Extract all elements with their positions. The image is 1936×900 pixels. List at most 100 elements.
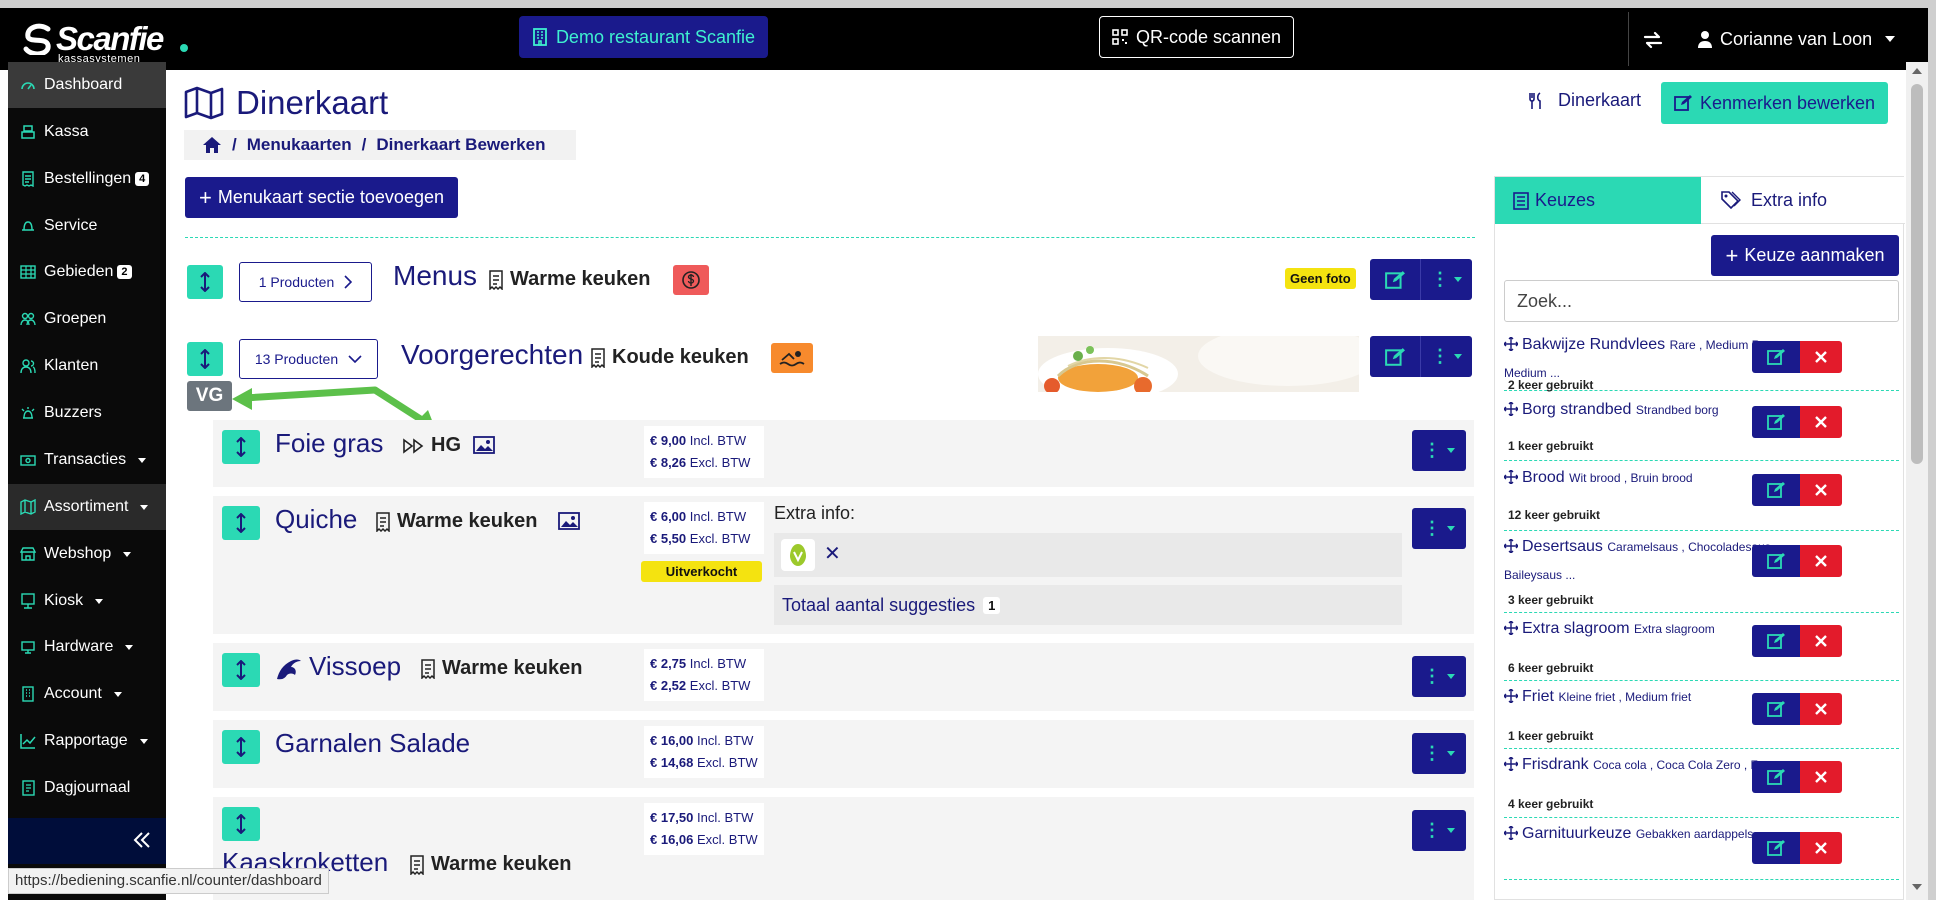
choice-edit-button[interactable]	[1752, 406, 1800, 438]
restaurant-button[interactable]: Demo restaurant Scanfie	[519, 16, 768, 58]
move-icon[interactable]	[1504, 621, 1518, 635]
scrollbar[interactable]	[1906, 62, 1928, 900]
sidebar-item-dagjournaal[interactable]: Dagjournaal	[8, 765, 166, 811]
home-icon[interactable]	[202, 136, 222, 154]
sidebar-item-transacties[interactable]: Transacties	[8, 437, 166, 483]
scroll-thumb[interactable]	[1911, 84, 1923, 464]
image-icon[interactable]	[473, 436, 495, 454]
move-icon[interactable]	[1504, 402, 1518, 416]
choice-item: Frisdrank Coca cola , Coca Cola Zero , F…	[1504, 751, 1899, 818]
sidebar-item-bestellingen[interactable]: Bestellingen 4	[8, 156, 166, 202]
sidebar-item-account[interactable]: Account	[8, 671, 166, 717]
move-icon[interactable]	[1504, 470, 1518, 484]
sidebar-item-kassa[interactable]: Kassa	[8, 109, 166, 155]
dinerkaart-link[interactable]: Dinerkaart	[1528, 90, 1641, 111]
products-toggle[interactable]: 1 Producten	[239, 262, 372, 302]
choice-delete-button[interactable]	[1800, 832, 1842, 864]
sidebar-item-assortiment[interactable]: Assortiment	[8, 484, 166, 530]
choice-edit-button[interactable]	[1752, 625, 1800, 657]
section-more-button[interactable]: ⋮	[1420, 259, 1472, 300]
choice-edit-button[interactable]	[1752, 832, 1800, 864]
choice-delete-button[interactable]	[1800, 761, 1842, 793]
scanfie-logo[interactable]: Scanfie kassasystemen	[22, 20, 164, 65]
drag-vertical-icon	[236, 437, 246, 457]
search-input[interactable]	[1504, 280, 1899, 322]
tab-extra-info[interactable]: Extra info	[1701, 177, 1905, 224]
product-more-button[interactable]: ⋮	[1412, 430, 1466, 471]
tab-keuzes[interactable]: Keuzes	[1495, 177, 1701, 224]
sidebar-item-dashboard[interactable]: Dashboard	[8, 62, 166, 108]
drag-handle[interactable]	[222, 730, 260, 764]
add-choice-button[interactable]: + Keuze aanmaken	[1711, 235, 1899, 276]
choice-delete-button[interactable]	[1800, 406, 1842, 438]
choice-delete-button[interactable]	[1800, 474, 1842, 506]
image-icon[interactable]	[558, 512, 580, 530]
price-box: € 6,00 Incl. BTW € 5,50 Excl. BTW	[644, 502, 764, 554]
sidebar-item-gebieden[interactable]: Gebieden 2	[8, 249, 166, 295]
chevron-down-icon	[1454, 277, 1462, 282]
sidebar-item-label: Klanten	[44, 357, 99, 374]
sidebar-item-webshop[interactable]: Webshop	[8, 531, 166, 577]
kitchen-name: Warme keuken	[510, 268, 651, 290]
sidebar-collapse[interactable]	[8, 818, 166, 864]
sidebar-item-label: Kassa	[44, 123, 89, 140]
sidebar-item-label: Dashboard	[44, 76, 123, 93]
choice-delete-button[interactable]	[1800, 545, 1842, 577]
section-more-button[interactable]: ⋮	[1420, 336, 1472, 377]
sidebar-item-kiosk[interactable]: Kiosk	[8, 578, 166, 624]
section-edit-button[interactable]	[1370, 259, 1420, 300]
move-icon[interactable]	[1504, 539, 1518, 553]
sidebar-item-rapportage[interactable]: Rapportage	[8, 718, 166, 764]
move-icon[interactable]	[1504, 337, 1518, 351]
choice-edit-button[interactable]	[1752, 693, 1800, 725]
scroll-up-icon[interactable]	[1912, 68, 1922, 74]
user-menu[interactable]: Corianne van Loon	[1697, 26, 1896, 52]
sidebar-item-klanten[interactable]: Klanten	[8, 343, 166, 389]
add-choice-label: Keuze aanmaken	[1744, 245, 1885, 265]
choice-delete-button[interactable]	[1800, 341, 1842, 373]
qr-scan-button[interactable]: QR-code scannen	[1099, 16, 1294, 58]
product-more-button[interactable]: ⋮	[1412, 733, 1466, 774]
sidebar-item-groepen[interactable]: Groepen	[8, 296, 166, 342]
fish-icon	[277, 659, 301, 680]
product-row: Foie gras HG € 9,00 Incl. BTW € 8,26 Exc…	[213, 420, 1474, 487]
move-icon[interactable]	[1504, 757, 1518, 771]
drag-handle[interactable]	[222, 506, 260, 540]
move-icon[interactable]	[1504, 689, 1518, 703]
drag-vertical-icon	[236, 513, 246, 533]
choice-edit-button[interactable]	[1752, 761, 1800, 793]
edit-icon	[1767, 414, 1785, 430]
sidebar-item-service[interactable]: Service	[8, 203, 166, 249]
move-icon[interactable]	[1504, 826, 1518, 840]
section-edit-button[interactable]	[1370, 336, 1420, 377]
add-section-button[interactable]: + Menukaart sectie toevoegen	[185, 177, 458, 218]
choice-name: Garnituurkeuze	[1522, 825, 1632, 842]
scroll-down-icon[interactable]	[1912, 884, 1922, 890]
remove-icon[interactable]: ✕	[824, 541, 841, 566]
product-more-button[interactable]: ⋮	[1412, 656, 1466, 697]
choice-delete-button[interactable]	[1800, 625, 1842, 657]
drag-handle[interactable]	[222, 653, 260, 687]
close-icon	[1815, 555, 1827, 567]
sidebar-item-buzzers[interactable]: Buzzers	[8, 390, 166, 436]
sidebar-item-hardware[interactable]: Hardware	[8, 624, 166, 670]
edit-properties-button[interactable]: Kenmerken bewerken	[1661, 82, 1888, 124]
breadcrumb-menukaarten[interactable]: Menukaarten	[247, 135, 352, 155]
window-frame	[1928, 0, 1936, 900]
kebab-icon: ⋮	[1431, 346, 1449, 366]
shop-icon	[20, 547, 36, 561]
choice-delete-button[interactable]	[1800, 693, 1842, 725]
drag-handle[interactable]	[222, 430, 260, 464]
drag-handle[interactable]	[222, 807, 260, 841]
drag-handle[interactable]	[187, 342, 223, 376]
choice-edit-button[interactable]	[1752, 545, 1800, 577]
products-toggle[interactable]: 13 Producten	[239, 339, 378, 379]
app-window: Scanfie kassasystemen Demo restaurant Sc…	[0, 0, 1936, 900]
swap-icon[interactable]	[1641, 28, 1665, 52]
drag-handle[interactable]	[187, 265, 223, 299]
choice-edit-button[interactable]	[1752, 474, 1800, 506]
choice-edit-button[interactable]	[1752, 341, 1800, 373]
product-more-button[interactable]: ⋮	[1412, 810, 1466, 851]
product-more-button[interactable]: ⋮	[1412, 508, 1466, 549]
kebab-icon: ⋮	[1423, 743, 1441, 763]
